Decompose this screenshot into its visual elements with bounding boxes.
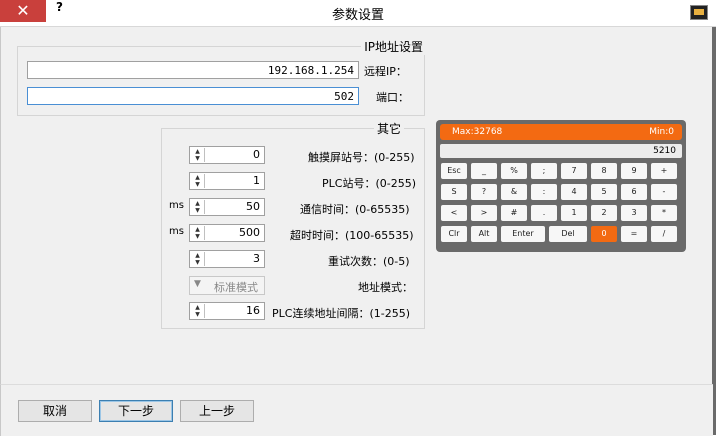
keypad-key[interactable]: # (501, 205, 527, 221)
keypad-key[interactable]: 2 (591, 205, 617, 221)
next-button[interactable]: 下一步 (99, 400, 173, 422)
keypad-key[interactable]: 5 (591, 184, 617, 200)
port-label: 端口： (376, 91, 409, 104)
keypad-key[interactable]: < (441, 205, 467, 221)
keypad-range-display: Max:32768 Min:0 (440, 124, 682, 140)
stepper-arrows[interactable]: ▲ ▼ (191, 252, 205, 266)
keypad-key[interactable]: Enter (501, 226, 545, 242)
chevron-down-icon: ▼ (194, 279, 201, 289)
keypad-key[interactable]: . (531, 205, 557, 221)
comm-time-label: 通信时间：(0-65535) (300, 203, 410, 216)
keypad-key[interactable]: ; (531, 163, 557, 179)
keypad-key[interactable]: Del (549, 226, 587, 242)
stepper-arrows[interactable]: ▲ ▼ (191, 174, 205, 188)
other-settings-group: 其它 ▲ ▼ 0 触摸屏站号：(0-255) ▲ ▼ 1 PLC站号：(0-255) m… (161, 120, 425, 329)
keypad-key[interactable]: / (651, 226, 677, 242)
app-icon (690, 5, 708, 20)
plc-interval-label: PLC连续地址间隔：(1-255) (272, 307, 410, 320)
keypad-key[interactable]: * (651, 205, 677, 221)
stepper-arrows[interactable]: ▲ ▼ (191, 304, 205, 318)
address-mode-label: 地址模式： (358, 281, 413, 294)
keypad-key[interactable]: _ (471, 163, 497, 179)
plc-station-stepper[interactable]: ▲ ▼ 1 (189, 172, 265, 190)
keypad-key[interactable]: > (471, 205, 497, 221)
keypad-key[interactable]: 7 (561, 163, 587, 179)
keypad-min: Min:0 (649, 127, 674, 137)
window-edge (712, 27, 716, 435)
keypad-input: 5210 (440, 144, 682, 158)
keypad-key[interactable]: 0 (591, 226, 617, 242)
keypad-key[interactable]: Alt (471, 226, 497, 242)
retry-count-label: 重试次数：(0-5) (328, 255, 410, 268)
keypad-key[interactable]: - (651, 184, 677, 200)
address-mode-select[interactable]: ▼ 标准模式 (189, 276, 265, 295)
comm-time-stepper[interactable]: ▲ ▼ 50 (189, 198, 265, 216)
window-title: 参数设置 (331, 8, 384, 23)
stepper-arrows[interactable]: ▲ ▼ (191, 200, 205, 214)
keypad-key[interactable]: 9 (621, 163, 647, 179)
hmi-station-label: 触摸屏站号：(0-255) (308, 151, 415, 164)
port-field[interactable]: 502 (27, 87, 359, 105)
keypad-key[interactable]: : (531, 184, 557, 200)
timeout-unit: ms (169, 226, 184, 237)
ip-settings-group: IP地址设置 192.168.1.254 远程IP： 502 端口： (17, 38, 426, 116)
remote-ip-field[interactable]: 192.168.1.254 (27, 61, 359, 79)
keypad-key[interactable]: Esc (441, 163, 467, 179)
keypad-key[interactable]: % (501, 163, 527, 179)
keypad-key[interactable]: + (651, 163, 677, 179)
keypad-key[interactable]: 3 (621, 205, 647, 221)
keypad-key[interactable]: 4 (561, 184, 587, 200)
timeout-label: 超时时间：(100-65535) (290, 229, 414, 242)
numeric-keypad: Max:32768 Min:0 5210 Esc _%; 7 8 9 + S? &:4 5 6- <… (436, 120, 686, 252)
keypad-key[interactable]: 6 (621, 184, 647, 200)
keypad-key[interactable]: Clr (441, 226, 467, 242)
title-bar: ✕ ? 参数设置 (0, 0, 716, 27)
hmi-station-stepper[interactable]: ▲ ▼ 0 (189, 146, 265, 164)
other-group-title: 其它 (373, 120, 404, 137)
keypad-key[interactable]: 8 (591, 163, 617, 179)
keypad-max: Max:32768 (452, 127, 503, 137)
comm-time-unit: ms (169, 200, 184, 211)
keypad-key[interactable]: ? (471, 184, 497, 200)
prev-button[interactable]: 上一步 (180, 400, 254, 422)
keypad-key[interactable]: S (441, 184, 467, 200)
remote-ip-label: 远程IP： (364, 65, 407, 78)
cancel-button[interactable]: 取消 (18, 400, 92, 422)
keypad-key[interactable]: 1 (561, 205, 587, 221)
keypad-key[interactable]: = (621, 226, 647, 242)
plc-station-label: PLC站号：(0-255) (322, 177, 416, 190)
retry-count-stepper[interactable]: ▲ ▼ 3 (189, 250, 265, 268)
ip-group-title: IP地址设置 (361, 38, 426, 55)
plc-interval-stepper[interactable]: ▲ ▼ 16 (189, 302, 265, 320)
timeout-stepper[interactable]: ▲ ▼ 500 (189, 224, 265, 242)
stepper-arrows[interactable]: ▲ ▼ (191, 148, 205, 162)
dialog-footer: 取消 下一步 上一步 (0, 384, 713, 436)
keypad-key[interactable]: & (501, 184, 527, 200)
stepper-arrows[interactable]: ▲ ▼ (191, 226, 205, 240)
